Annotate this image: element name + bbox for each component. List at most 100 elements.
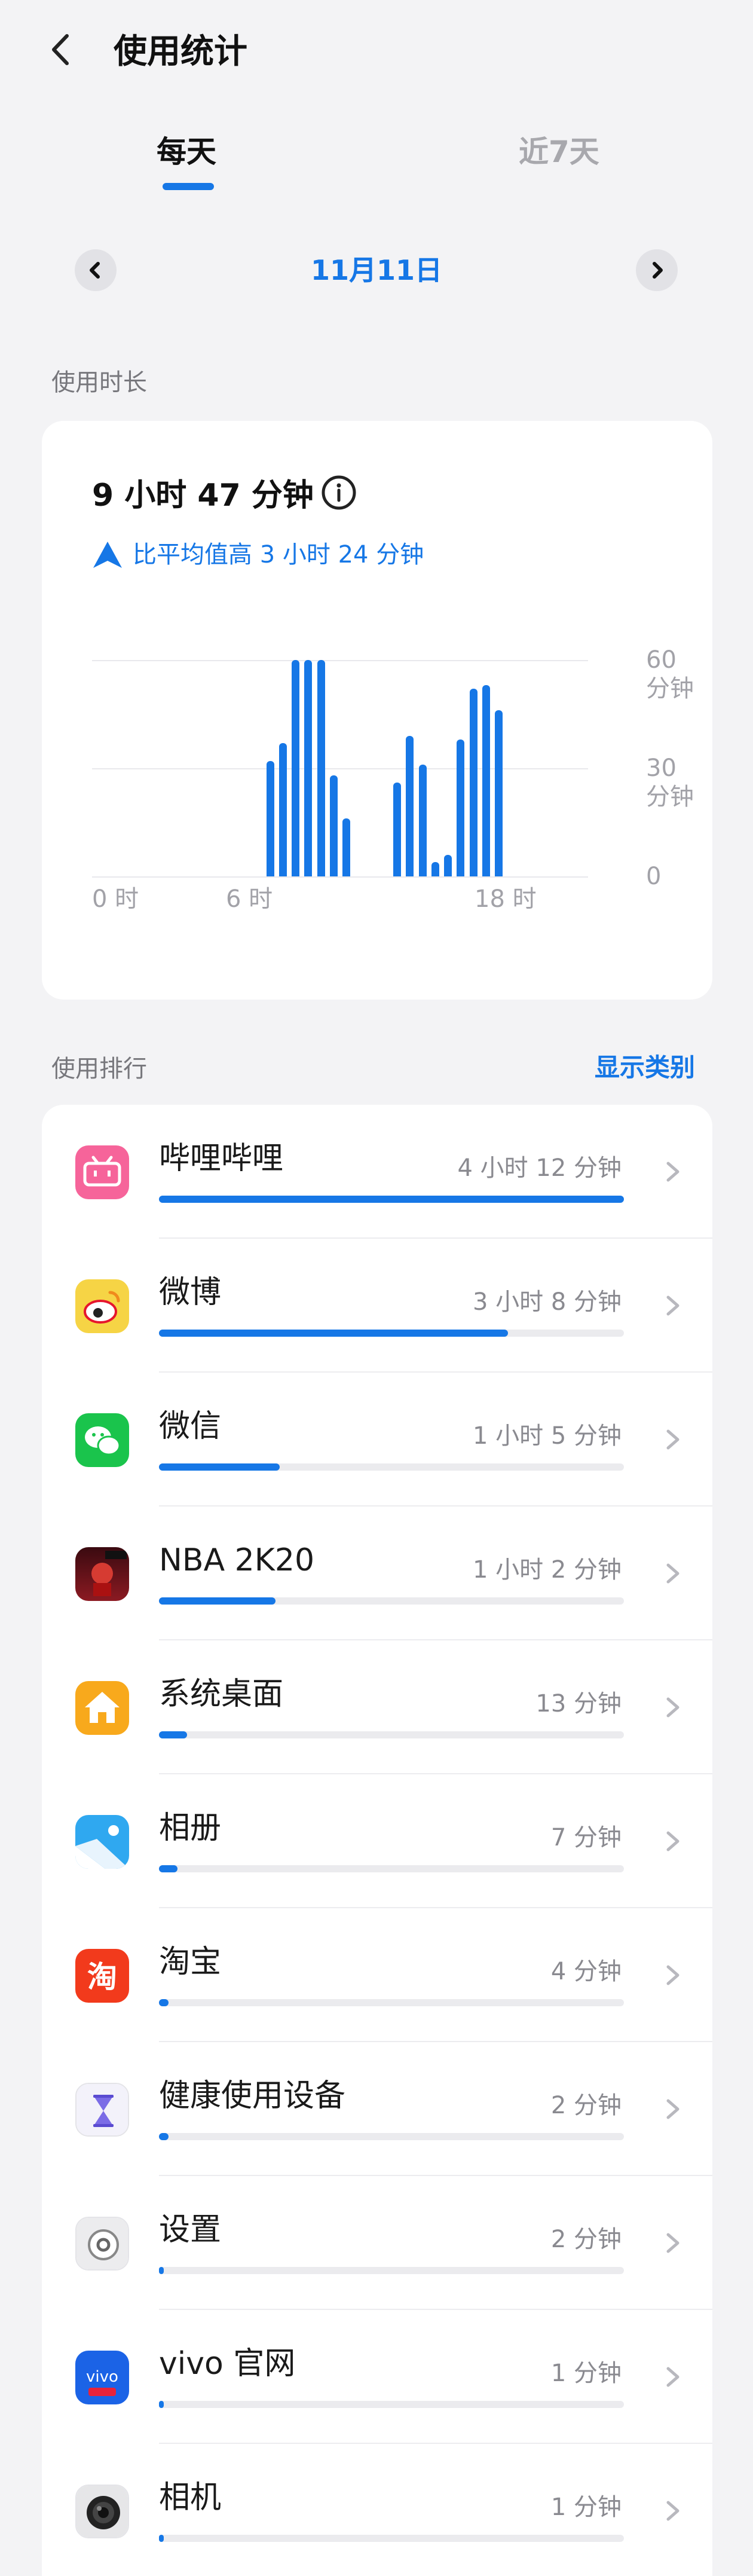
app-usage-time: 1 分钟 xyxy=(550,2494,622,2521)
chevron-right-icon xyxy=(662,2224,684,2262)
usage-progress-fill xyxy=(159,1731,187,1738)
app-usage-time: 3 小时 8 分钟 xyxy=(472,1288,622,1316)
app-usage-row[interactable]: 相机 1 分钟 xyxy=(42,2444,712,2576)
weibo-icon xyxy=(75,1279,129,1333)
app-name: 健康使用设备 xyxy=(159,2078,346,2114)
svg-text:vivo: vivo xyxy=(86,2368,118,2386)
usage-progress-track xyxy=(159,1330,624,1337)
chart-x-tick-label: 18 时 xyxy=(475,885,537,913)
app-name: 设置 xyxy=(159,2212,222,2248)
ranking-section-label: 使用排行 xyxy=(51,1055,147,1083)
chart-gridline xyxy=(92,768,588,769)
usage-progress-fill xyxy=(159,2535,164,2542)
nba2k20-icon xyxy=(75,1547,129,1601)
usage-progress-fill xyxy=(159,1330,508,1337)
chart-bar xyxy=(457,739,465,876)
home-icon xyxy=(75,1681,129,1735)
usage-progress-track xyxy=(159,1196,624,1203)
chevron-right-icon xyxy=(662,1287,684,1325)
app-usage-row[interactable]: vivo vivo 官网 1 分钟 xyxy=(42,2310,712,2444)
show-category-link[interactable]: 显示类别 xyxy=(595,1052,695,1083)
usage-progress-track xyxy=(159,1865,624,1872)
usage-progress-fill xyxy=(159,2133,169,2140)
usage-progress-track xyxy=(159,1597,624,1605)
hourglass-icon xyxy=(75,2083,129,2137)
chevron-right-icon xyxy=(662,2492,684,2530)
usage-progress-track xyxy=(159,1999,624,2006)
chart-bar xyxy=(342,818,350,876)
app-usage-time: 13 分钟 xyxy=(535,1690,622,1718)
chart-y-tick-label: 60 分钟 xyxy=(646,646,694,702)
back-arrow-icon xyxy=(52,34,69,65)
chevron-right-icon xyxy=(662,1956,684,1994)
usage-progress-fill xyxy=(159,1196,624,1203)
comparison-text: 比平均值高 3 小时 24 分钟 xyxy=(133,541,424,569)
chevron-right-icon xyxy=(653,262,663,279)
chart-bar xyxy=(278,742,287,876)
tab-daily[interactable]: 每天 xyxy=(157,133,216,171)
app-usage-time: 1 小时 2 分钟 xyxy=(472,1556,622,1584)
app-usage-row[interactable]: 微博 3 小时 8 分钟 xyxy=(42,1239,712,1373)
app-usage-time: 4 小时 12 分钟 xyxy=(457,1154,622,1182)
chart-bar xyxy=(482,685,490,876)
app-usage-time: 2 分钟 xyxy=(550,2226,622,2253)
chart-y-tick-label: 30 分钟 xyxy=(646,754,694,811)
usage-progress-track xyxy=(159,2401,624,2408)
info-icon[interactable] xyxy=(320,473,358,512)
camera-icon xyxy=(75,2485,129,2538)
chart-bar xyxy=(444,854,452,876)
app-usage-time: 1 分钟 xyxy=(550,2360,622,2387)
chart-y-tick-label: 0 xyxy=(646,863,662,890)
app-usage-row[interactable]: 系统桌面 13 分钟 xyxy=(42,1640,712,1774)
gallery-icon xyxy=(75,1815,129,1869)
app-usage-row[interactable]: 微信 1 小时 5 分钟 xyxy=(42,1373,712,1507)
app-usage-row[interactable]: 哔哩哔哩 4 小时 12 分钟 xyxy=(42,1105,712,1239)
usage-progress-fill xyxy=(159,2401,164,2408)
chevron-right-icon xyxy=(662,2358,684,2396)
arrow-up-icon xyxy=(92,540,123,569)
chart-x-tick-label: 0 时 xyxy=(92,885,139,913)
app-usage-time: 2 分钟 xyxy=(550,2092,622,2119)
chart-bar xyxy=(329,775,338,876)
usage-progress-track xyxy=(159,2535,624,2542)
app-usage-row[interactable]: 设置 2 分钟 xyxy=(42,2176,712,2310)
app-usage-row[interactable]: NBA 2K20 1 小时 2 分钟 xyxy=(42,1507,712,1640)
back-button[interactable] xyxy=(42,29,84,71)
wechat-icon xyxy=(75,1413,129,1467)
usage-card: 9 小时 47 分钟 比平均值高 3 小时 24 分钟 60 分钟 30 分钟 0 0… xyxy=(42,421,712,1000)
chart-bar xyxy=(266,760,274,876)
tab-weekly[interactable]: 近7天 xyxy=(519,133,599,171)
chevron-right-icon xyxy=(662,1688,684,1726)
settings-icon xyxy=(75,2217,129,2271)
usage-progress-track xyxy=(159,2133,624,2140)
usage-progress-fill xyxy=(159,1999,169,2006)
usage-progress-track xyxy=(159,2267,624,2274)
app-name: 哔哩哔哩 xyxy=(159,1141,284,1177)
app-name: 微信 xyxy=(159,1408,222,1444)
vivo-icon: vivo xyxy=(75,2351,129,2404)
app-name: 系统桌面 xyxy=(159,1676,284,1712)
usage-progress-track xyxy=(159,1463,624,1471)
usage-progress-fill xyxy=(159,2267,164,2274)
app-usage-row[interactable]: 淘 淘宝 4 分钟 xyxy=(42,1908,712,2042)
app-name: 相机 xyxy=(159,2480,222,2516)
next-day-button[interactable] xyxy=(636,249,678,291)
app-name: 微博 xyxy=(159,1275,222,1310)
usage-progress-fill xyxy=(159,1865,178,1872)
chevron-right-icon xyxy=(662,1554,684,1593)
chart-bar xyxy=(406,735,414,876)
app-usage-time: 4 分钟 xyxy=(550,1958,622,1985)
tab-active-indicator xyxy=(163,183,214,190)
taobao-icon: 淘 xyxy=(75,1949,129,2003)
app-usage-row[interactable]: 相册 7 分钟 xyxy=(42,1774,712,1908)
app-name: 相册 xyxy=(159,1810,222,1846)
app-usage-row[interactable]: 健康使用设备 2 分钟 xyxy=(42,2042,712,2176)
chart-bar xyxy=(317,660,325,876)
chart-bar xyxy=(292,660,299,876)
app-usage-time: 1 小时 5 分钟 xyxy=(472,1422,622,1450)
usage-bar-chart: 60 分钟 30 分钟 0 0 时 6 时 18 时 xyxy=(92,624,696,913)
app-name: vivo 官网 xyxy=(159,2346,296,2382)
chart-bar xyxy=(418,764,427,876)
app-name: 淘宝 xyxy=(159,1944,222,1980)
bilibili-icon xyxy=(75,1145,129,1199)
